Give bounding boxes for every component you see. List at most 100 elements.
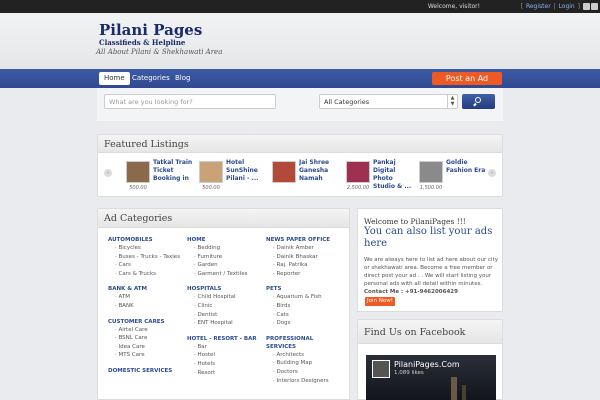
subcategory-link[interactable]: · Child Hospital	[187, 293, 265, 302]
carousel-prev-icon[interactable]: ‹	[104, 169, 112, 177]
nav-categories[interactable]: Categories	[127, 72, 175, 85]
featured-name[interactable]: Jai Shree Ganesha Namah	[299, 159, 339, 191]
category-group: HOSPITALS · Child Hospital · Clinic · Denti…	[187, 285, 265, 327]
ad-categories-title: Ad Categories	[98, 209, 349, 228]
page-likes: 1,089 likes	[394, 370, 424, 376]
subcategory-link[interactable]: · Dainik Amber	[266, 244, 344, 253]
category-select-value: All Categories	[324, 98, 370, 106]
subcategory-link[interactable]: · Garment / Textiles	[187, 270, 265, 279]
category-group: DOMESTIC SERVICES	[108, 367, 186, 375]
subcategory-link[interactable]: · Hostel	[187, 351, 265, 360]
subcategory-link[interactable]: · Cars & Trucks	[108, 270, 186, 279]
register-link[interactable]: Register	[526, 3, 551, 10]
logo-subtitle: Classifieds & Helpline	[99, 38, 186, 47]
welcome-heading: You can also list your ads here	[364, 226, 493, 249]
featured-item[interactable]: 500.00 Tatkal Train Ticket Booking in	[126, 159, 196, 195]
login-link[interactable]: Login	[559, 3, 575, 10]
featured-price: 1,500.00	[419, 185, 443, 191]
subcategory-link[interactable]: · BSNL Care	[108, 334, 186, 343]
subcategory-link[interactable]: · Clinic	[187, 302, 265, 311]
category-column: HOME · Bedding · Furniture · Garden · Garmen…	[187, 236, 265, 384]
subcategory-link[interactable]: · Architects	[266, 351, 344, 360]
subcategory-link[interactable]: · Dentist	[187, 311, 265, 320]
featured-item[interactable]: Jai Shree Ganesha Namah	[272, 159, 342, 195]
nav-home[interactable]: Home	[99, 72, 130, 85]
category-group: PROFESSIONAL SERVICES · Architects · Build…	[266, 335, 344, 385]
category-column: AUTOMOBILES · Bicycles · Buses - Trucks - …	[108, 236, 186, 382]
facebook-title: Find Us on Facebook	[358, 320, 502, 344]
subcategory-link[interactable]: · Cats	[266, 311, 344, 320]
category-heading[interactable]: PROFESSIONAL SERVICES	[266, 335, 344, 351]
category-heading[interactable]: DOMESTIC SERVICES	[108, 367, 186, 375]
subcategory-link[interactable]: · Building Map	[266, 359, 344, 368]
carousel-next-icon[interactable]: ›	[488, 169, 496, 177]
rss-icon[interactable]	[583, 3, 590, 10]
subcategory-link[interactable]: · Reporter	[266, 270, 344, 279]
subcategory-link[interactable]: · Interiors Designers	[266, 377, 344, 386]
category-heading[interactable]: HOSPITALS	[187, 285, 265, 293]
subcategory-link[interactable]: · Bicycles	[108, 244, 186, 253]
subcategory-link[interactable]: · Buses - Trucks - Taxies	[108, 253, 186, 262]
subcategory-link[interactable]: · Garden	[187, 261, 265, 270]
subcategory-link[interactable]: · Idea Care	[108, 343, 186, 352]
subcategory-link[interactable]: · MTS Care	[108, 351, 186, 360]
category-heading[interactable]: HOME	[187, 236, 265, 244]
category-group: PETS · Aquarium & Fish · Birds · Cats · Dogs	[266, 285, 344, 327]
subcategory-link[interactable]: · Aquarium & Fish	[266, 293, 344, 302]
search-input[interactable]: What are you looking for?	[104, 94, 276, 109]
category-heading[interactable]: CUSTOMER CARES	[108, 318, 186, 326]
featured-thumb	[419, 161, 443, 183]
category-heading[interactable]: PETS	[266, 285, 344, 293]
post-ad-button[interactable]: Post an Ad	[432, 72, 502, 85]
search-button[interactable]	[462, 94, 495, 109]
subcategory-link[interactable]: · Dogs	[266, 319, 344, 328]
featured-price: 2,500.00	[346, 185, 370, 191]
main-nav: Home Categories Blog Post an Ad	[0, 69, 600, 88]
featured-name[interactable]: Hotel SunShine Pilani - ...	[226, 159, 266, 191]
cover-image	[451, 377, 457, 400]
subcategory-link[interactable]: · Bar	[187, 343, 265, 352]
featured-thumb	[272, 161, 296, 183]
subcategory-link[interactable]: · Furniture	[187, 253, 265, 262]
featured-item[interactable]: 1,500.00 Goldie Fashion Era	[419, 159, 489, 195]
subcategory-link[interactable]: · Birds	[266, 302, 344, 311]
featured-name[interactable]: Tatkal Train Ticket Booking in	[153, 159, 193, 191]
featured-name[interactable]: Pankaj Digital Photo Studio & ...	[373, 159, 413, 191]
welcome-text: We are always here to list ad here about…	[364, 257, 498, 295]
join-now-button[interactable]: Join Now!	[365, 297, 395, 306]
subcategory-link[interactable]: · Raj. Patrika	[266, 261, 344, 270]
category-select[interactable]: All Categories ▲ ▼	[319, 94, 458, 109]
facebook-box: Find Us on Facebook PilaniPages.Com 1,08…	[357, 319, 503, 400]
subcategory-link[interactable]: · Doctors	[266, 368, 344, 377]
nav-blog[interactable]: Blog	[170, 72, 195, 85]
subcategory-link[interactable]: · Dainik Bhaskar	[266, 253, 344, 262]
subcategory-link[interactable]: · ENT Hospital	[187, 319, 265, 328]
page-name[interactable]: PilaniPages.Com	[394, 360, 460, 369]
subcategory-link[interactable]: · Airtel Care	[108, 326, 186, 335]
site-tagline: All About Pilani & Shekhawati Area	[96, 48, 223, 56]
featured-item[interactable]: 2,500.00 Pankaj Digital Photo Studio & .…	[346, 159, 416, 195]
site-header: Pilani Pages Classifieds & Helpline All …	[0, 13, 600, 69]
auth-links: [ Register | Login ]	[520, 3, 580, 10]
featured-item[interactable]: 500.00 Hotel SunShine Pilani - ...	[199, 159, 269, 195]
category-heading[interactable]: HOTEL - RESORT - BAR	[187, 335, 265, 343]
featured-price: 500.00	[202, 185, 220, 191]
subcategory-link[interactable]: · Cars	[108, 261, 186, 270]
subcategory-link[interactable]: · Resort	[187, 369, 265, 378]
category-heading[interactable]: BANK & ATM	[108, 285, 186, 293]
subcategory-link[interactable]: · BANK	[108, 302, 186, 311]
facebook-page-widget[interactable]: PilaniPages.Com 1,089 likes	[366, 355, 496, 400]
site-logo[interactable]: Pilani Pages Classifieds & Helpline	[99, 23, 202, 48]
subcategory-link[interactable]: · ATM	[108, 293, 186, 302]
category-heading[interactable]: NEWS PAPER OFFICE	[266, 236, 344, 244]
subcategory-link[interactable]: · Hotels	[187, 360, 265, 369]
welcome-title: Welcome to PilaniPages !!!	[364, 217, 466, 226]
twitter-icon[interactable]	[591, 3, 598, 10]
category-heading[interactable]: AUTOMOBILES	[108, 236, 186, 244]
search-bar: What are you looking for? All Categories…	[97, 88, 503, 121]
welcome-box: Welcome to PilaniPages !!! You can also …	[357, 208, 503, 312]
featured-name[interactable]: Goldie Fashion Era	[446, 159, 486, 191]
welcome-text: Welcome, visitor!	[427, 3, 480, 10]
subcategory-link[interactable]: · Bedding	[187, 244, 265, 253]
ad-categories: Ad Categories AUTOMOBILES · Bicycles · Bus…	[97, 208, 350, 400]
